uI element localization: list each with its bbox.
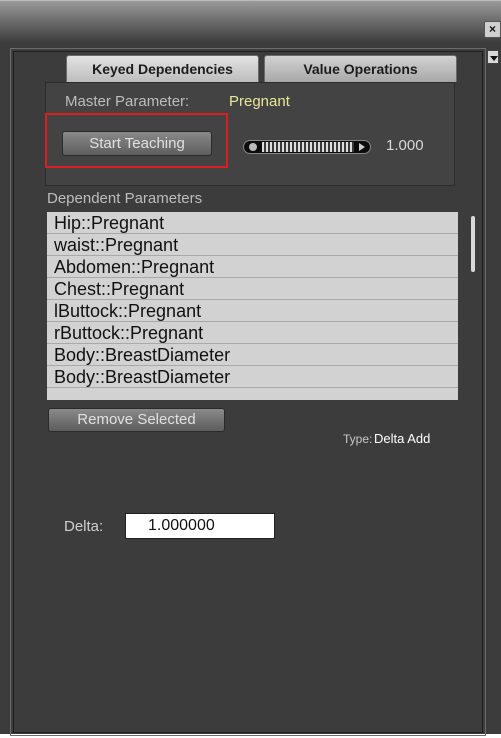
close-icon[interactable]: × (484, 21, 501, 38)
dial-right-arrow-icon (359, 143, 365, 151)
list-item[interactable]: Body::BreastDiameter (47, 344, 458, 366)
list-item[interactable]: waist::Pregnant (47, 234, 458, 256)
list-scrollbar[interactable] (466, 212, 480, 400)
delta-field[interactable] (125, 513, 275, 539)
master-parameter-label: Master Parameter: (65, 93, 190, 110)
remove-selected-button[interactable]: Remove Selected (48, 408, 225, 432)
type-label: Type: (343, 432, 373, 446)
list-item[interactable]: rButtock::Pregnant (47, 322, 458, 344)
list-item[interactable]: Hip::Pregnant (47, 212, 458, 234)
dependent-parameters-header: Dependent Parameters (47, 190, 203, 207)
tab-keyed-dependencies[interactable]: Keyed Dependencies (66, 55, 259, 82)
type-value: Delta Add (374, 431, 431, 446)
window-titlebar: × (0, 0, 501, 43)
dial-ticks (262, 142, 354, 152)
delta-label: Delta: (64, 518, 104, 535)
tab-value-operations[interactable]: Value Operations (264, 55, 457, 82)
list-item[interactable]: lButtock::Pregnant (47, 300, 458, 322)
start-teaching-button[interactable]: Start Teaching (62, 131, 212, 156)
dial-left-cap (249, 143, 257, 151)
dial-value: 1.000 (386, 137, 424, 154)
list-item[interactable]: Abdomen::Pregnant (47, 256, 458, 278)
master-parameter-value: Pregnant (229, 93, 290, 110)
value-dial[interactable] (243, 140, 371, 154)
scrollbar-thumb[interactable] (471, 216, 475, 272)
chevron-down-icon[interactable] (487, 50, 499, 64)
dependent-parameters-list[interactable]: Hip::Pregnant waist::Pregnant Abdomen::P… (47, 212, 458, 400)
list-item[interactable]: Chest::Pregnant (47, 278, 458, 300)
list-item[interactable]: Body::BreastDiameter (47, 366, 458, 388)
